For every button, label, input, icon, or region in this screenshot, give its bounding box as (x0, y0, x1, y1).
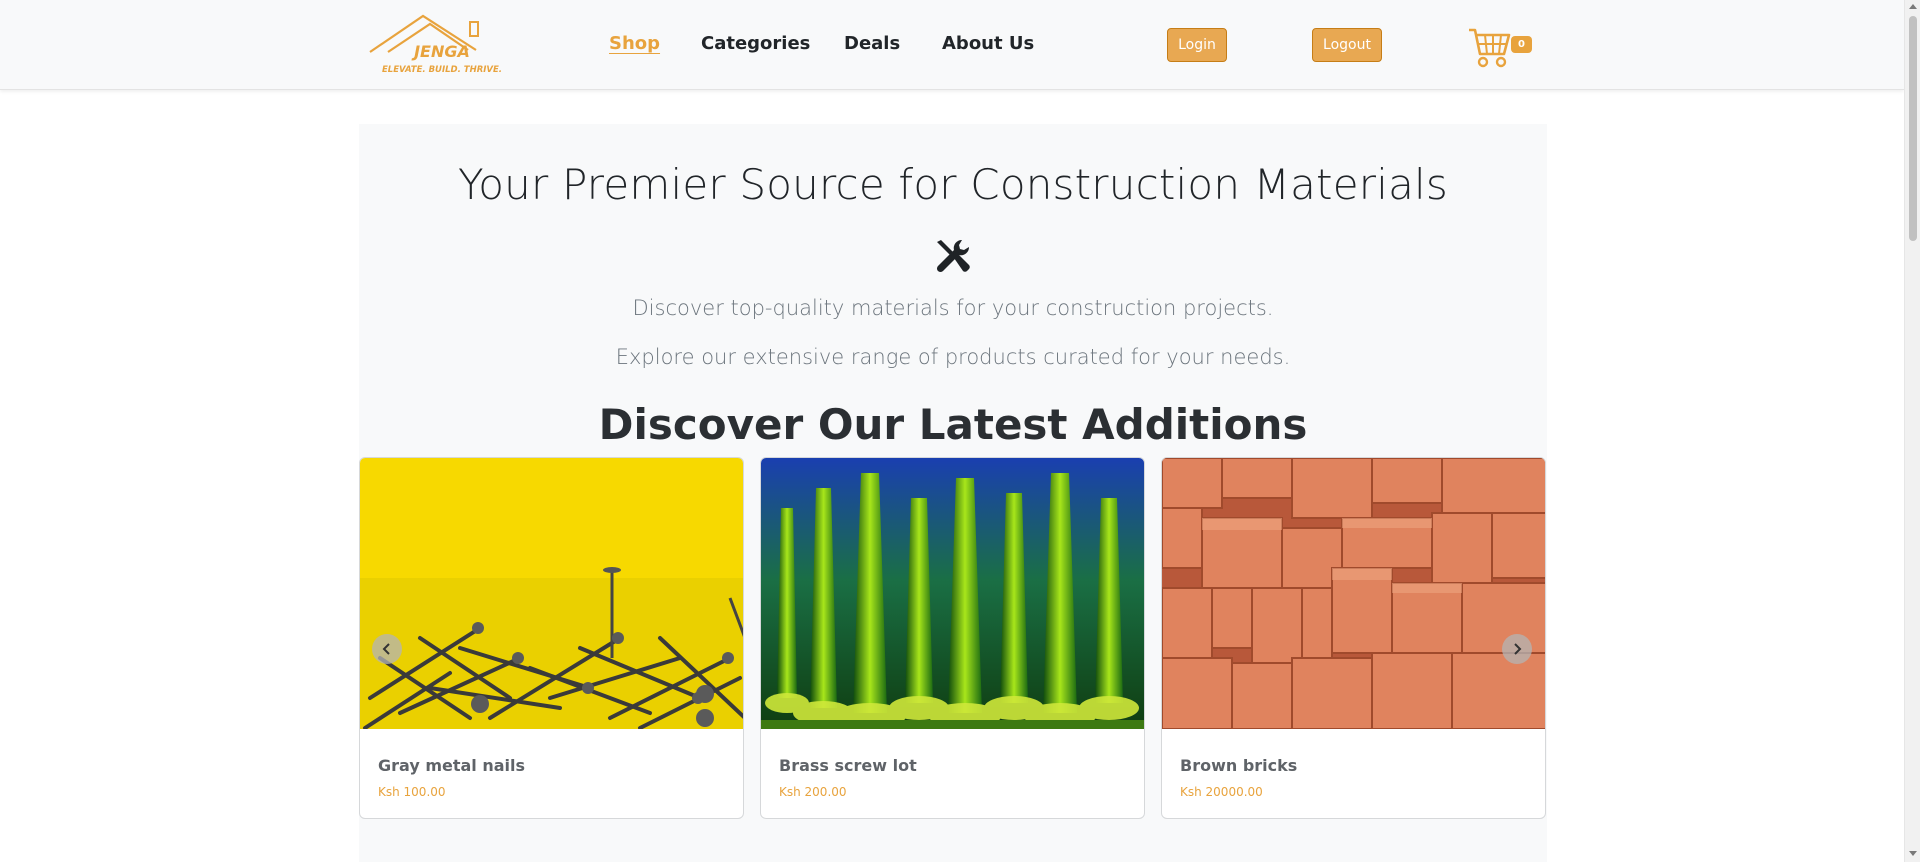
login-button[interactable]: Login (1167, 28, 1227, 62)
product-card[interactable]: Brass screw lot Ksh 200.00 (760, 457, 1145, 819)
navbar: JENGA ELEVATE. BUILD. THRIVE. Shop Categ… (0, 0, 1904, 90)
latest-additions-title: Discover Our Latest Additions (598, 400, 1308, 449)
carousel-prev-button[interactable] (372, 634, 402, 664)
scroll-down-icon[interactable] (1909, 851, 1917, 856)
chevron-right-icon (1514, 643, 1522, 655)
page-scrollbar[interactable] (1904, 0, 1920, 862)
nav-categories[interactable]: Categories (701, 33, 810, 54)
hero-lead-2: Explore our extensive range of products … (615, 345, 1291, 369)
cart-count-badge: 0 (1511, 36, 1532, 53)
nav-about-us[interactable]: About Us (942, 33, 1034, 54)
nav-deals[interactable]: Deals (844, 33, 900, 54)
logout-button[interactable]: Logout (1312, 28, 1382, 62)
product-image-bricks[interactable] (1162, 458, 1545, 729)
scroll-thumb[interactable] (1909, 16, 1917, 241)
brand-logo[interactable]: JENGA ELEVATE. BUILD. THRIVE. (368, 12, 508, 76)
product-price: Ksh 20000.00 (1180, 785, 1263, 799)
hero-section: Your Premier Source for Construction Mat… (359, 124, 1547, 862)
tools-icon (932, 236, 974, 278)
product-image-nails[interactable] (360, 458, 743, 729)
nav-shop[interactable]: Shop (609, 33, 660, 54)
product-name: Brass screw lot (779, 756, 917, 775)
product-card[interactable]: Gray metal nails Ksh 100.00 (359, 457, 744, 819)
product-card[interactable]: Brown bricks Ksh 20000.00 (1161, 457, 1546, 819)
chevron-left-icon (382, 643, 390, 655)
product-price: Ksh 100.00 (378, 785, 446, 799)
product-image-screws[interactable] (761, 458, 1144, 729)
product-name: Brown bricks (1180, 756, 1298, 775)
product-name: Gray metal nails (378, 756, 526, 775)
brand-tagline: ELEVATE. BUILD. THRIVE. (382, 65, 502, 75)
product-price: Ksh 200.00 (779, 785, 847, 799)
hero-title: Your Premier Source for Construction Mat… (457, 160, 1448, 209)
hero-lead-1: Discover top-quality materials for your … (632, 296, 1274, 320)
scroll-up-icon[interactable] (1909, 4, 1917, 9)
brand-name: JENGA (411, 42, 470, 61)
carousel-next-button[interactable] (1502, 634, 1532, 664)
cart-icon[interactable] (1468, 26, 1512, 68)
